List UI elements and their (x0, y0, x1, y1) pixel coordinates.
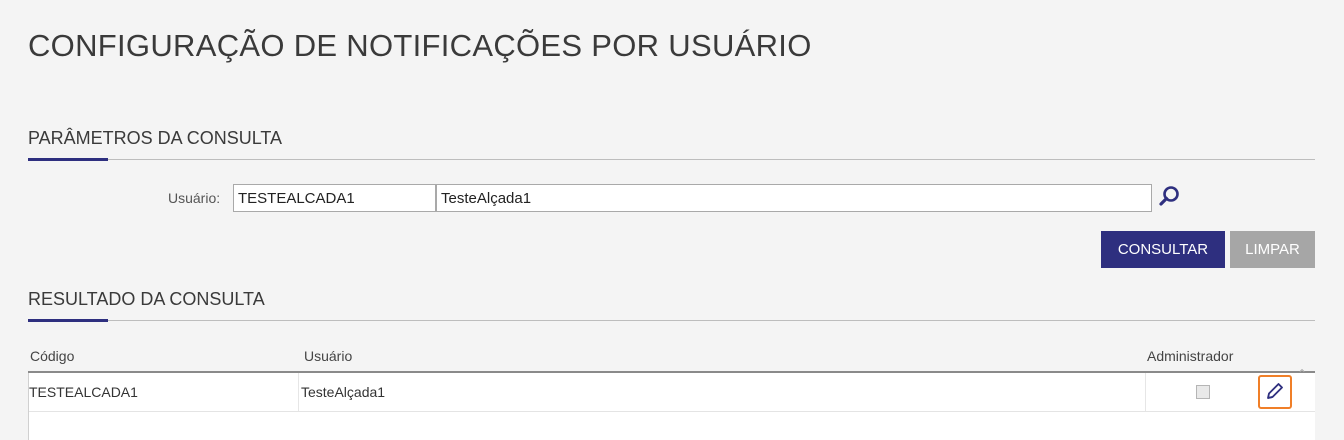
page: CONFIGURAÇÃO DE NOTIFICAÇÕES POR USUÁRIO… (0, 0, 1344, 440)
consultar-button[interactable]: CONSULTAR (1101, 231, 1225, 268)
column-header-administrador[interactable]: Administrador (1147, 348, 1233, 364)
table-row[interactable]: TESTEALCADA1 TesteAlçada1 ⌃ (29, 367, 1315, 412)
edit-row-button[interactable] (1258, 375, 1292, 409)
results-section-header: RESULTADO DA CONSULTA (28, 289, 1315, 322)
results-section-title: RESULTADO DA CONSULTA (28, 289, 265, 309)
section-divider (28, 158, 1315, 161)
limpar-button[interactable]: LIMPAR (1230, 231, 1315, 268)
page-title: CONFIGURAÇÃO DE NOTIFICAÇÕES POR USUÁRIO (28, 28, 812, 63)
grid-header: Código Usuário Administrador (28, 340, 1315, 373)
cell-usuario: TesteAlçada1 (299, 373, 1146, 411)
column-header-codigo[interactable]: Código (30, 348, 74, 364)
user-name-input[interactable] (436, 184, 1152, 212)
cell-administrador (1144, 373, 1256, 411)
grid-body: TESTEALCADA1 TesteAlçada1 ⌃ (28, 367, 1315, 440)
column-header-usuario[interactable]: Usuário (304, 348, 352, 364)
results-grid: Código Usuário Administrador TESTEALCADA… (28, 340, 1315, 440)
params-section-title: PARÂMETROS DA CONSULTA (28, 128, 283, 148)
user-field-label: Usuário: (168, 190, 221, 206)
user-search-button[interactable] (1155, 184, 1183, 212)
section-divider (28, 319, 1315, 322)
chevron-up-icon[interactable]: ⌃ (1297, 367, 1307, 381)
params-section-header: PARÂMETROS DA CONSULTA (28, 128, 1315, 161)
magnifier-icon (1157, 184, 1181, 213)
administrador-checkbox[interactable] (1196, 385, 1210, 399)
cell-codigo: TESTEALCADA1 (29, 373, 299, 411)
pencil-icon (1265, 381, 1285, 404)
user-code-input[interactable] (233, 184, 436, 212)
